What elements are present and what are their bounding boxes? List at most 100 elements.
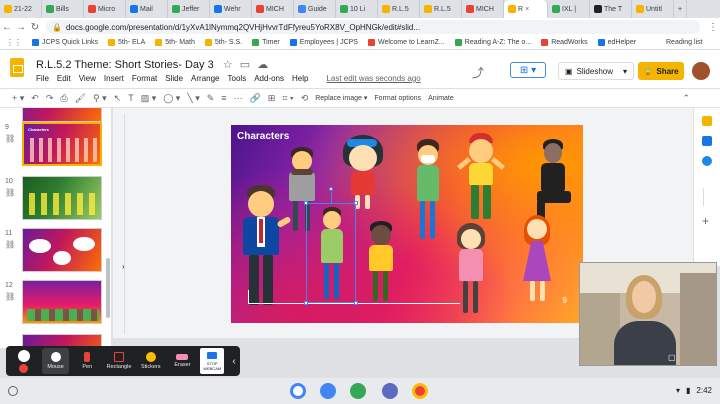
collapse-toolbar-chevron-icon[interactable]: ‹ <box>228 348 240 374</box>
share-button[interactable]: 🔒 Share <box>638 62 684 80</box>
new-tab-icon[interactable]: + <box>674 0 688 18</box>
slide-thumbnail-selected[interactable]: Characters <box>22 122 102 166</box>
menu-item-tools[interactable]: Tools <box>228 74 247 83</box>
slide-thumbnail[interactable] <box>22 176 102 220</box>
image-icon[interactable]: ▨ ▾ <box>141 93 157 104</box>
webcam-settings-icon[interactable]: ▢ <box>668 353 676 362</box>
menu-item-add-ons[interactable]: Add-ons <box>254 74 284 83</box>
meet-present-button[interactable]: ⊞ ▾ <box>510 62 546 78</box>
bookmark-item[interactable]: edHelper <box>597 39 636 46</box>
slides-logo-icon[interactable] <box>10 58 24 77</box>
character-boy-mask[interactable] <box>411 139 445 243</box>
stop-webcam-button[interactable]: STOP WEBCAM <box>200 348 225 374</box>
browser-tab[interactable]: MICH <box>462 0 504 18</box>
bookmark-item[interactable]: 5th- Math <box>155 39 195 46</box>
browser-tab[interactable]: IXL | <box>548 0 590 18</box>
menu-item-view[interactable]: View <box>79 74 96 83</box>
reset-image-icon[interactable]: ⟲ <box>301 93 309 104</box>
slide-thumbnail[interactable] <box>22 108 102 122</box>
bookmark-item[interactable]: Timer <box>252 39 280 46</box>
rotate-handle[interactable] <box>329 187 333 191</box>
new-slide-icon[interactable]: + ▾ <box>12 93 24 104</box>
browser-tab[interactable]: MICH <box>252 0 294 18</box>
bookmark-item[interactable]: Welcome to LearnZ... <box>367 39 445 46</box>
keep-icon[interactable] <box>702 116 712 126</box>
character-girl-purple[interactable] <box>519 215 555 305</box>
filmstrip-scrollbar[interactable] <box>106 258 110 318</box>
resize-handle[interactable] <box>354 201 358 205</box>
slide-title[interactable]: Characters <box>237 131 289 142</box>
browser-tab[interactable]: 10 Li <box>336 0 378 18</box>
rectangle-tool-button[interactable]: Rectangle <box>105 348 133 374</box>
url-omnibox[interactable]: 🔒 docs.google.com/presentation/d/1yXvA1l… <box>46 20 700 34</box>
textbox-icon[interactable]: T <box>128 93 134 103</box>
tasks-icon[interactable] <box>702 156 712 166</box>
play-store-app-icon[interactable] <box>350 383 366 399</box>
slide-thumbnail[interactable] <box>22 228 102 272</box>
chevron-down-icon[interactable]: ▾ <box>623 67 627 76</box>
browser-tab[interactable]: The T <box>590 0 632 18</box>
last-edit-link[interactable]: Last edit was seconds ago <box>326 74 420 83</box>
menu-item-format[interactable]: Format <box>132 74 157 83</box>
avatar[interactable] <box>692 62 710 80</box>
selection-box[interactable] <box>306 203 356 303</box>
menu-item-help[interactable]: Help <box>292 74 308 83</box>
slide-thumbnail[interactable] <box>22 280 102 324</box>
calendar-icon[interactable] <box>702 136 712 146</box>
browser-tab[interactable]: 21-22 <box>0 0 42 18</box>
bookmark-item[interactable]: Reading A-Z: The o... <box>454 39 531 46</box>
menu-item-slide[interactable]: Slide <box>165 74 183 83</box>
paint-format-icon[interactable]: 🖌 <box>75 93 86 104</box>
menu-item-edit[interactable]: Edit <box>57 74 71 83</box>
browser-tab[interactable]: R.L.5 <box>420 0 462 18</box>
crop-icon[interactable]: ⌗ ▾ <box>282 93 293 104</box>
link-icon[interactable]: 🔗 <box>250 93 261 104</box>
star-icon[interactable]: ☆ <box>223 59 233 71</box>
shape-icon[interactable]: ◯ ▾ <box>163 93 180 104</box>
mouse-tool-button[interactable]: Mouse <box>41 348 70 374</box>
browser-tab[interactable]: Mail <box>126 0 168 18</box>
bookmark-item[interactable]: 5th- ELA <box>108 39 145 46</box>
menu-item-file[interactable]: File <box>36 74 49 83</box>
replace-image-menu[interactable]: Replace image ▾ <box>315 94 367 102</box>
resize-handle[interactable] <box>304 201 308 205</box>
browser-tab[interactable]: Bills <box>42 0 84 18</box>
extensions-icon[interactable]: ⋮ <box>706 22 720 33</box>
gmail-app-icon[interactable] <box>320 383 336 399</box>
character-girl-aviator[interactable] <box>339 131 387 211</box>
resize-handle[interactable] <box>304 301 308 305</box>
reading-list-link[interactable]: Reading list <box>666 39 703 46</box>
menu-item-insert[interactable]: Insert <box>104 74 124 83</box>
add-on-plus-icon[interactable]: + <box>702 214 709 228</box>
zoom-icon[interactable]: ⚲ ▾ <box>93 93 107 104</box>
redo-icon[interactable]: ↷ <box>46 93 54 104</box>
animate-button[interactable]: Animate <box>428 95 454 102</box>
print-icon[interactable]: ⎙ <box>60 93 67 104</box>
eraser-tool-button[interactable]: Eraser <box>169 348 197 374</box>
border-dash-icon[interactable]: ⋯ <box>234 93 243 104</box>
document-title[interactable]: R.L.5.2 Theme: Short Stories- Day 3 ☆ ▭ … <box>36 58 268 71</box>
pause-button[interactable] <box>10 348 38 374</box>
comment-icon[interactable]: ⊞ <box>268 93 276 104</box>
move-folder-icon[interactable]: ▭ <box>240 59 250 71</box>
bookmark-item[interactable]: 5th- S.S. <box>204 39 242 46</box>
character-man-sitting[interactable] <box>533 139 575 223</box>
undo-icon[interactable]: ↶ <box>31 93 39 104</box>
pen-tool-button[interactable]: Pen <box>73 348 101 374</box>
launcher-icon[interactable] <box>8 386 18 396</box>
format-options-button[interactable]: Format options <box>374 95 421 102</box>
bookmark-item[interactable]: Employees | JCPS <box>289 39 358 46</box>
browser-tab[interactable]: Guide <box>294 0 336 18</box>
menu-item-arrange[interactable]: Arrange <box>191 74 219 83</box>
browser-tab[interactable]: R.L.5 <box>378 0 420 18</box>
browser-tab[interactable]: Jeffer <box>168 0 210 18</box>
browser-tab[interactable]: Micro <box>84 0 126 18</box>
browser-tab[interactable]: R × <box>504 0 548 18</box>
browser-tab[interactable]: Wehr <box>210 0 252 18</box>
forward-icon[interactable]: → <box>14 22 28 33</box>
reload-icon[interactable]: ↻ <box>28 22 42 33</box>
chrome-app-icon[interactable] <box>290 383 306 399</box>
meet-app-icon[interactable] <box>382 383 398 399</box>
apps-icon[interactable]: ⋮⋮ <box>6 38 22 47</box>
select-icon[interactable]: ↖ <box>114 93 122 104</box>
